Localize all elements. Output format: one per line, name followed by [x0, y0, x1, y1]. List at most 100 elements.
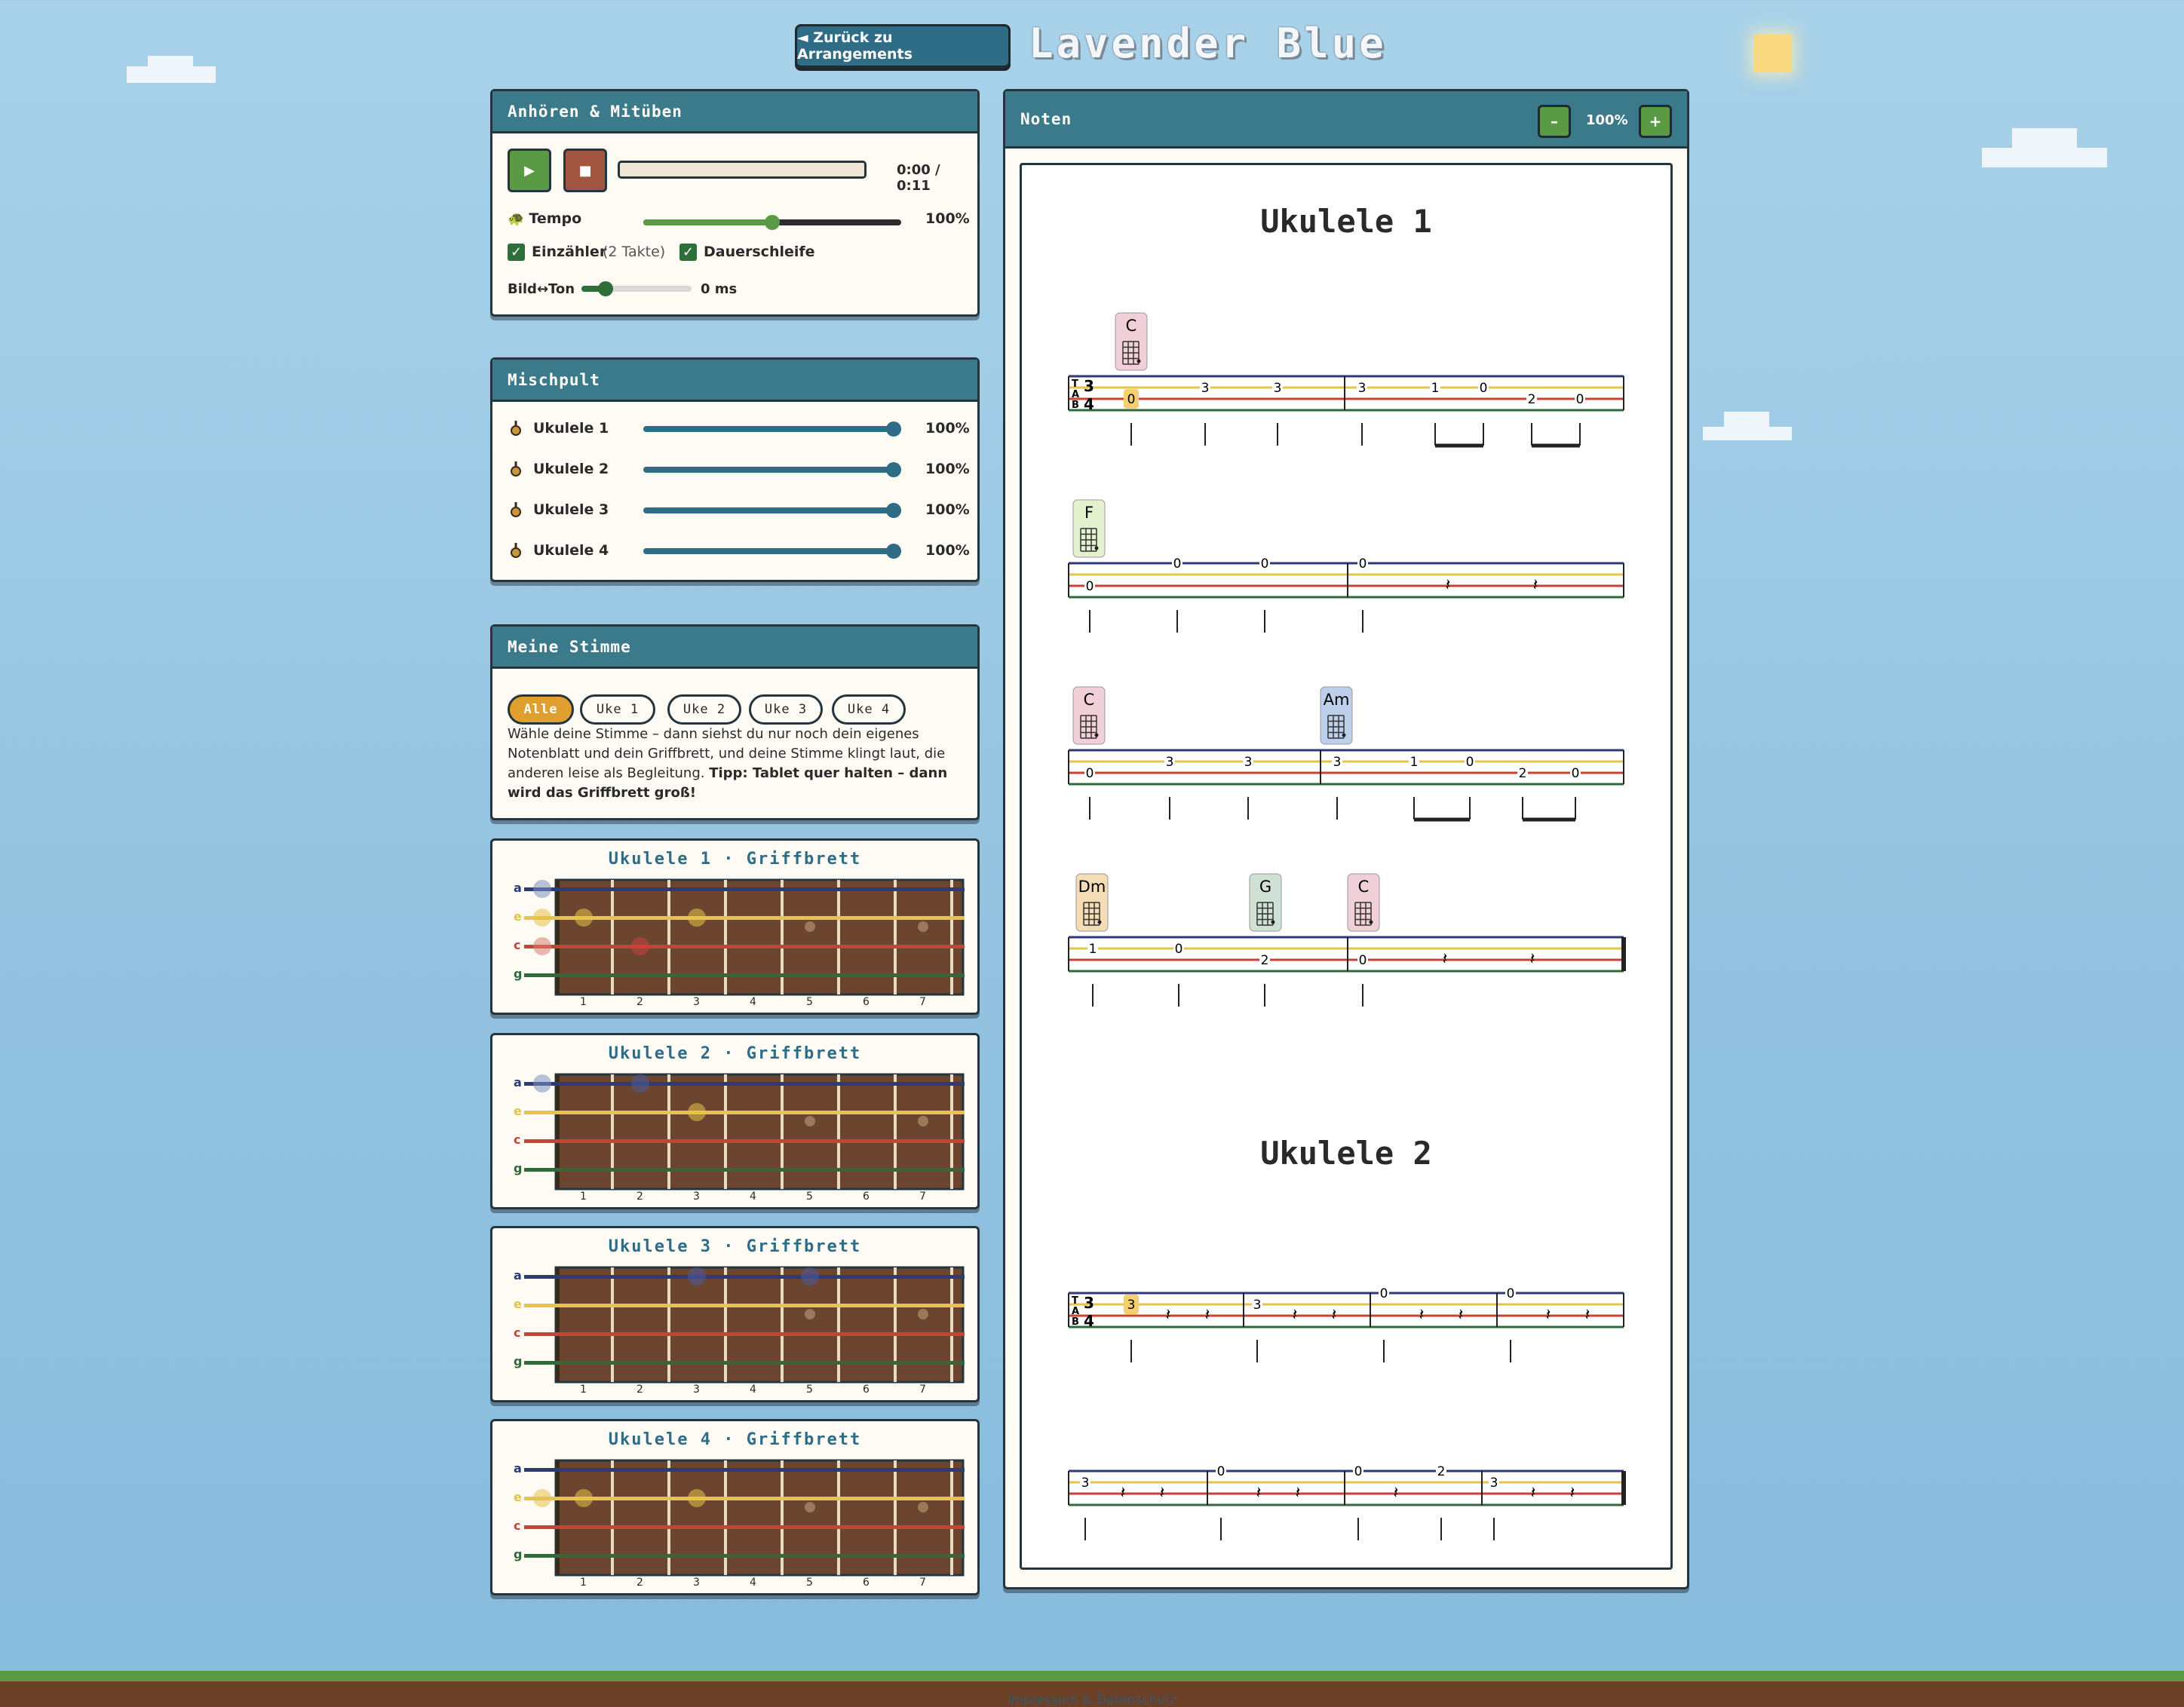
string-label: g: [514, 1354, 523, 1368]
chord-name: G: [1259, 878, 1271, 896]
voice-option-uke-4[interactable]: Uke 4: [832, 694, 906, 725]
mixer-panel: Mischpult Ukulele 1 100% Ukulele 2 100% …: [490, 357, 980, 582]
fret-number: 2: [1519, 766, 1527, 781]
chord-diagram: Dm: [1075, 873, 1109, 932]
volume-slider-thumb[interactable]: [886, 503, 901, 518]
tab-clef: B: [1072, 1316, 1079, 1328]
rest-symbol: 𝄽: [1546, 1306, 1551, 1325]
part1-title: Ukulele 1: [1260, 203, 1432, 240]
string-label: g: [514, 1161, 523, 1175]
fretboard-title: Ukulele 2 · Griffbrett: [608, 1044, 862, 1063]
cloud: [148, 56, 193, 68]
page-title: Lavender Blue: [1029, 20, 1387, 67]
zoom-level: 100%: [1586, 112, 1628, 128]
ukulele-icon: [509, 461, 523, 477]
chord-diagram: F: [1072, 499, 1106, 558]
voice-option-uke-1[interactable]: Uke 1: [580, 694, 655, 725]
fretboard-panel: Ukulele 4 · Griffbrett a e c g 1 2 3 4 5 6 7: [490, 1419, 980, 1595]
tab-clef: T: [1072, 1295, 1078, 1307]
stop-button[interactable]: ■: [563, 149, 607, 192]
player-panel: Anhören & Mitüben ▶ ■ 0:00 / 0:11 🐢 Temp…: [490, 89, 980, 317]
cloud: [1982, 148, 2107, 167]
volume-slider[interactable]: [643, 503, 901, 518]
fret-number: 3: [1490, 1476, 1498, 1491]
fret-number: 0: [1173, 556, 1182, 572]
fret-number: 3: [693, 1384, 700, 1396]
zoom-out-button[interactable]: –: [1538, 105, 1571, 138]
volume-slider-thumb[interactable]: [886, 544, 901, 559]
finger-marker: [688, 1267, 706, 1286]
volume-slider[interactable]: [643, 421, 901, 437]
fretboard-title: Ukulele 1 · Griffbrett: [608, 850, 862, 869]
chord-name: C: [1358, 878, 1370, 896]
volume-slider-thumb[interactable]: [886, 421, 901, 437]
chord-diagram: C: [1072, 686, 1106, 745]
rest-symbol: 𝄽: [1446, 576, 1451, 595]
fret-number: 0: [1175, 942, 1183, 957]
chord-name: F: [1084, 504, 1094, 522]
loop-checkbox[interactable]: ✓: [679, 244, 697, 261]
time-signature: 4: [1084, 395, 1094, 413]
finger-marker: [631, 1074, 649, 1093]
string-label: a: [514, 881, 522, 895]
sync-slider-thumb[interactable]: [598, 281, 613, 296]
progress-bar[interactable]: [618, 161, 867, 179]
fretboard-title: Ukulele 3 · Griffbrett: [608, 1237, 862, 1256]
fret-number: 3: [693, 996, 700, 1008]
fret-number: 3: [1081, 1476, 1090, 1491]
tempo-slider[interactable]: [643, 215, 901, 230]
string-label: a: [514, 1075, 522, 1089]
mixer-channel-label: Ukulele 1: [533, 420, 609, 437]
fret-number: 5: [806, 996, 813, 1008]
back-to-arrangements-button[interactable]: ◄ Zurück zu Arrangements: [795, 24, 1011, 68]
sync-slider[interactable]: [581, 281, 692, 296]
fret-number: 0: [1572, 766, 1580, 781]
string-label: a: [514, 1268, 522, 1283]
tempo-value: 100%: [925, 210, 970, 227]
cloud: [2012, 128, 2077, 149]
time-display: 0:00 / 0:11: [897, 162, 940, 194]
countin-checkbox[interactable]: ✓: [508, 244, 525, 261]
fret-number: 2: [636, 1191, 643, 1203]
finger-marker: [533, 880, 551, 898]
string-label: e: [514, 1297, 522, 1311]
fret-number: 1: [1410, 755, 1419, 770]
chord-name: C: [1126, 317, 1137, 335]
zoom-in-button[interactable]: +: [1639, 105, 1672, 138]
rest-symbol: 𝄽: [1419, 1306, 1425, 1325]
volume-slider[interactable]: [643, 462, 901, 477]
voice-option-uke-2[interactable]: Uke 2: [667, 694, 741, 725]
voice-option-alle[interactable]: Alle: [508, 694, 574, 725]
volume-slider-thumb[interactable]: [886, 462, 901, 477]
voice-help-text: Wähle deine Stimme – dann siehst du nur …: [508, 725, 966, 803]
string-label: c: [514, 1325, 521, 1340]
tempo-slider-thumb[interactable]: [765, 215, 780, 230]
rest-symbol: 𝄽: [1459, 1306, 1464, 1325]
rest-symbol: 𝄽: [1585, 1306, 1590, 1325]
volume-slider[interactable]: [643, 544, 901, 559]
fretboard-title: Ukulele 4 · Griffbrett: [608, 1430, 862, 1449]
chord-diagram: Am: [1320, 686, 1353, 745]
sun: [1754, 35, 1792, 72]
tempo-label: 🐢 Tempo: [508, 210, 581, 227]
rest-symbol: 𝄽: [1443, 950, 1448, 969]
footer-link[interactable]: Impressum & Datenschutz: [0, 1693, 2184, 1707]
turtle-icon: 🐢: [508, 210, 525, 227]
fret-number: 2: [636, 996, 643, 1008]
fret-number: 0: [1354, 1464, 1363, 1479]
finger-marker: [688, 909, 706, 927]
rest-symbol: 𝄽: [1293, 1306, 1298, 1325]
fret-number: 0: [1359, 953, 1367, 968]
mixer-channel-label: Ukulele 3: [533, 501, 609, 518]
chord-name: C: [1084, 691, 1095, 709]
fret-number: 4: [750, 1384, 756, 1396]
loop-label: Dauerschleife: [704, 244, 815, 260]
fret-number: 3: [1201, 381, 1210, 396]
part2-title: Ukulele 2: [1260, 1135, 1432, 1172]
play-button[interactable]: ▶: [508, 149, 551, 192]
chord-diagram: C: [1347, 873, 1380, 932]
countin-detail: (2 Takte): [603, 244, 666, 260]
rest-symbol: 𝄽: [1332, 1306, 1337, 1325]
voice-option-uke-3[interactable]: Uke 3: [749, 694, 823, 725]
fret-number: 3: [1244, 755, 1253, 770]
